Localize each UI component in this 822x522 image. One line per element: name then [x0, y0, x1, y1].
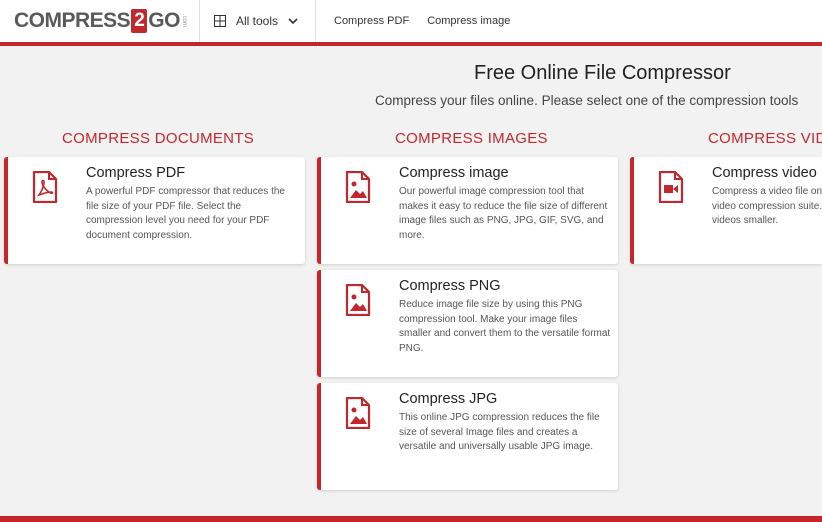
card-title: Compress PNG [399, 278, 501, 294]
card-description: Our powerful image compression tool that… [399, 186, 608, 241]
card-compress-image[interactable]: Compress image Our powerful image compre… [317, 157, 618, 264]
nav-compress-pdf[interactable]: Compress PDF [334, 15, 409, 27]
logo-text-left: COMPRESS [14, 9, 131, 32]
chevron-down-icon [288, 18, 298, 25]
pdf-file-icon [32, 171, 58, 203]
image-file-icon [345, 284, 371, 316]
section-heading-images: COMPRESS IMAGES [395, 130, 548, 147]
video-file-icon [658, 171, 684, 203]
grid-icon [214, 15, 226, 27]
all-tools-menu[interactable]: All tools [200, 0, 316, 42]
logo-suffix: .com [180, 14, 187, 28]
card-title: Compress JPG [399, 391, 498, 407]
logo-text-right: GO [148, 9, 180, 32]
page-subtitle: Compress your files online. Please selec… [375, 93, 799, 108]
card-description: This online JPG compression reduces the … [399, 412, 600, 452]
all-tools-label: All tools [236, 14, 279, 28]
section-heading-documents: COMPRESS DOCUMENTS [62, 130, 255, 147]
section-heading-video: COMPRESS VIDEO [708, 130, 822, 147]
card-description: Compress a video file online with this v… [712, 186, 822, 226]
card-description: A powerful PDF compressor that reduces t… [86, 186, 285, 241]
logo-number: 2 [131, 9, 148, 33]
card-compress-png[interactable]: Compress PNG Reduce image file size by u… [317, 270, 618, 377]
image-file-icon [345, 397, 371, 429]
card-compress-pdf[interactable]: Compress PDF A powerful PDF compressor t… [4, 157, 305, 264]
nav-compress-image[interactable]: Compress image [427, 15, 510, 27]
page-title: Free Online File Compressor [474, 62, 731, 84]
logo[interactable]: COMPRESS 2 GO .com [0, 0, 200, 42]
header-accent-line [0, 42, 822, 46]
image-file-icon [345, 171, 371, 203]
top-header: COMPRESS 2 GO .com All tools Compress PDF C… [0, 0, 822, 42]
card-title: Compress video [712, 165, 817, 181]
card-compress-video[interactable]: Compress video Compress a video file onl… [630, 157, 822, 264]
card-title: Compress image [399, 165, 509, 181]
card-title: Compress PDF [86, 165, 186, 181]
card-description: Reduce image file size by using this PNG… [399, 299, 611, 354]
card-compress-jpg[interactable]: Compress JPG This online JPG compression… [317, 383, 618, 490]
bottom-accent-line [0, 516, 822, 522]
